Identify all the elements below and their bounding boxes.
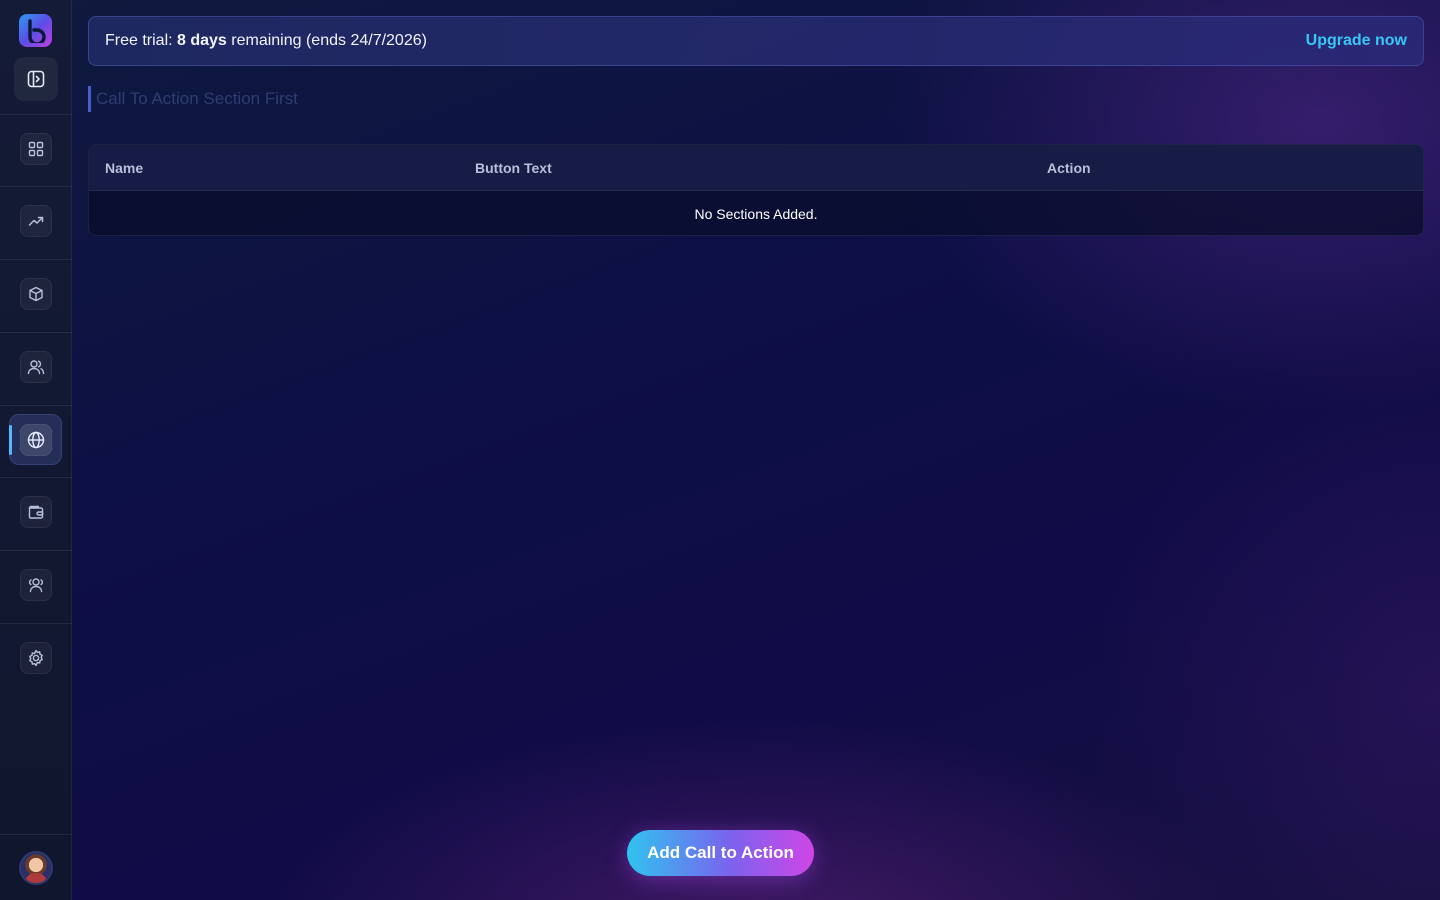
sidebar-item-settings[interactable] xyxy=(20,642,52,674)
globe-icon xyxy=(27,431,45,449)
trial-banner: Free trial: 8 days remaining (ends 24/7/… xyxy=(88,16,1424,66)
cta-table: Name Button Text Action No Sections Adde… xyxy=(88,144,1424,236)
users-icon xyxy=(27,359,45,375)
section-title: Call To Action Section First xyxy=(88,86,298,112)
column-header-button-text: Button Text xyxy=(475,160,552,176)
sidebar-item-dashboard[interactable] xyxy=(20,133,52,165)
settings-icon xyxy=(27,649,45,667)
sidebar-item-analytics[interactable] xyxy=(20,205,52,237)
sidebar-item-customers[interactable] xyxy=(20,351,52,383)
trial-prefix: Free trial: xyxy=(105,32,178,49)
sidebar-divider xyxy=(0,114,72,115)
sidebar-divider xyxy=(0,186,72,187)
sidebar-divider xyxy=(0,550,72,551)
sidebar-item-wallet[interactable] xyxy=(20,496,52,528)
sidebar-item-team[interactable] xyxy=(20,569,52,601)
sidebar-divider xyxy=(0,259,72,260)
add-call-to-action-button[interactable]: Add Call to Action xyxy=(627,830,814,876)
trial-message: Free trial: 8 days remaining (ends 24/7/… xyxy=(105,32,427,50)
column-header-action: Action xyxy=(1047,160,1091,176)
trial-suffix: remaining (ends 24/7/2026) xyxy=(226,32,427,49)
upgrade-now-link[interactable]: Upgrade now xyxy=(1306,32,1407,50)
avatar-shoulders xyxy=(25,873,47,883)
sidebar-divider xyxy=(0,477,72,478)
sidebar xyxy=(0,0,72,900)
sidebar-toggle-button[interactable] xyxy=(14,57,58,101)
sidebar-item-products[interactable] xyxy=(20,278,52,310)
sidebar-toggle-icon xyxy=(27,70,45,88)
team-icon xyxy=(27,577,45,593)
user-avatar[interactable] xyxy=(19,851,53,885)
trending-up-icon xyxy=(28,213,44,229)
box-icon xyxy=(28,286,44,302)
sidebar-divider xyxy=(0,834,72,835)
dashboard-grid-icon xyxy=(28,141,44,157)
sidebar-divider xyxy=(0,623,72,624)
logo-icon[interactable] xyxy=(19,14,52,47)
wallet-icon xyxy=(28,504,44,520)
sidebar-divider xyxy=(0,332,72,333)
sidebar-divider xyxy=(0,405,72,406)
sidebar-active-indicator xyxy=(9,425,12,455)
sidebar-item-website[interactable] xyxy=(20,424,52,456)
table-empty-message: No Sections Added. xyxy=(694,205,818,222)
trial-days: 8 days xyxy=(177,32,227,49)
column-header-name: Name xyxy=(105,160,144,176)
table-header: Name Button Text Action xyxy=(89,145,1423,191)
